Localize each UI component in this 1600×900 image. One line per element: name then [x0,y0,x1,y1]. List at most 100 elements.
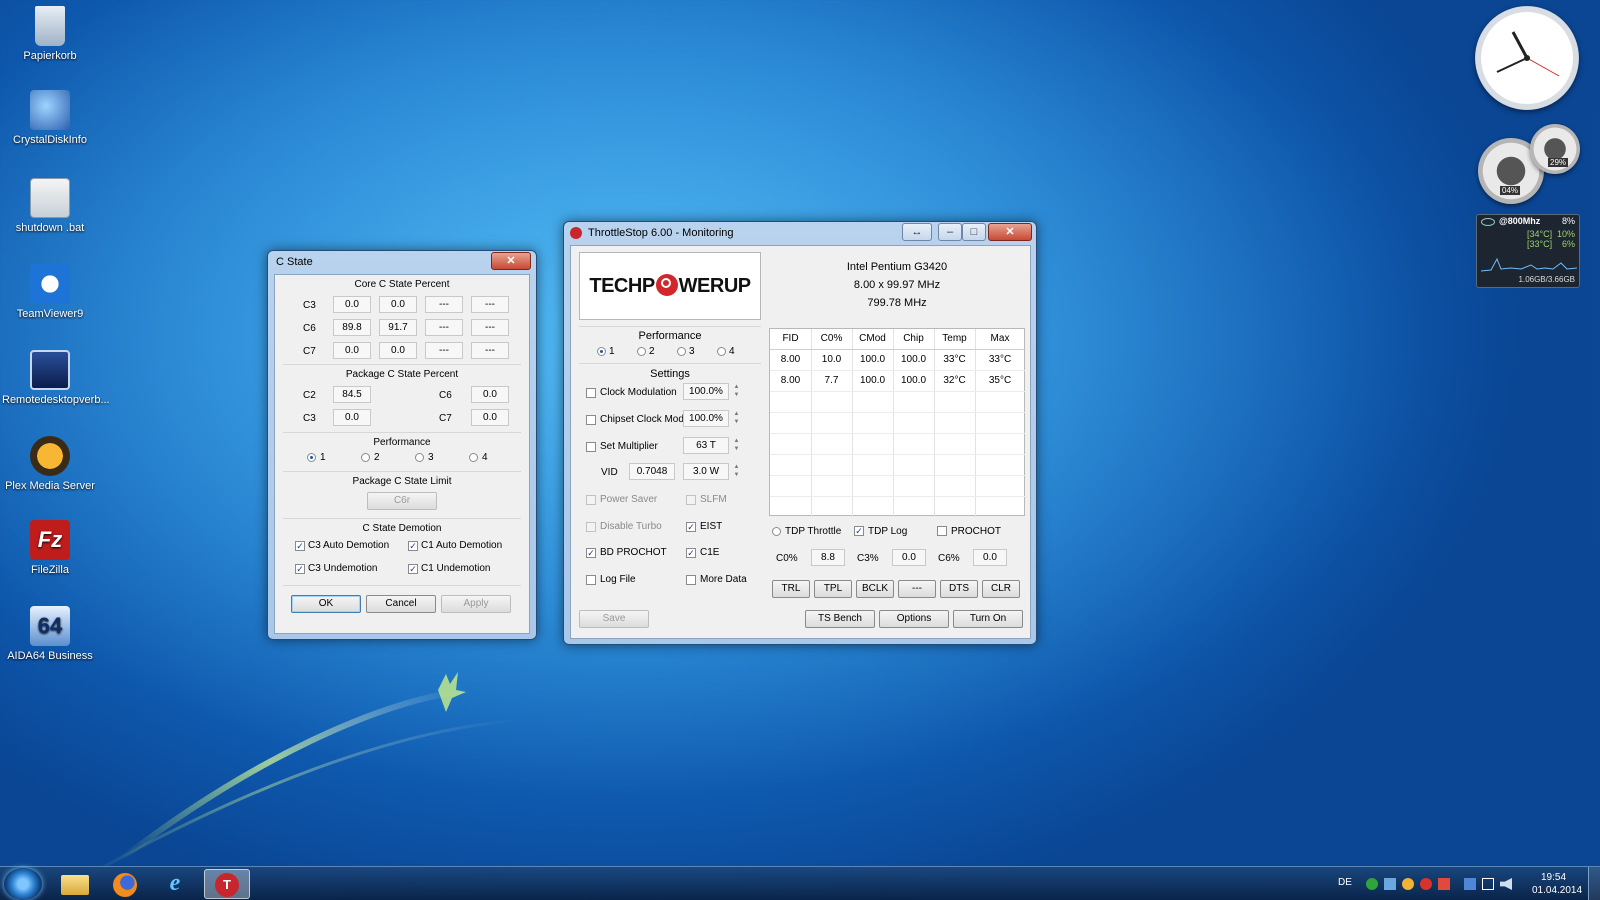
core-value: 0.0 [333,296,371,313]
disable-turbo-label: Disable Turbo [600,521,662,532]
clock-modulation-spinner[interactable]: ▲ ▼ [732,383,741,400]
checkbox-label: C1 Undemotion [421,563,491,574]
chipset-clock-mod-value[interactable]: 100.0% [683,410,729,427]
bclk-button[interactable]: BCLK [856,580,894,598]
dts-button[interactable]: DTS [940,580,978,598]
chipset-clock-mod-spinner[interactable]: ▲ ▼ [732,410,741,427]
slfm-checkbox[interactable] [686,495,696,505]
cstate-limit-button[interactable]: C6r [367,492,437,510]
clock-time[interactable]: 19:54 [1541,872,1566,883]
clr-button[interactable]: CLR [982,580,1020,598]
cpu-frequency: 799.78 MHz [867,297,927,309]
power-saver-label: Power Saver [600,494,658,505]
options-button[interactable]: Options [879,610,949,628]
chipset-clock-mod-checkbox[interactable] [586,415,596,425]
c3-auto-demotion-checkbox[interactable]: ✓ [295,541,305,551]
apply-button[interactable]: Apply [441,595,511,613]
cpu-meter-gadget[interactable]: 04% 29% [1478,124,1582,204]
perf-radio-2[interactable] [361,453,370,462]
tpl-button[interactable]: TPL [814,580,852,598]
set-multiplier-spinner[interactable]: ▲ ▼ [732,437,741,454]
show-desktop-button[interactable] [1588,867,1600,900]
firefox-taskbar-button[interactable] [102,869,148,899]
desktop-icon-shutdown[interactable]: shutdown .bat [2,178,98,234]
trl-button[interactable]: TRL [772,580,810,598]
tdp-throttle-radio[interactable] [772,527,781,536]
sync-tray-icon[interactable] [1402,878,1414,890]
memory-usage: 1.06GB/3.66GB [1518,275,1575,284]
explorer-taskbar-button[interactable] [52,869,98,899]
cancel-button[interactable]: Cancel [366,595,436,613]
perf-radio-2[interactable] [637,347,646,356]
c1-auto-demotion-checkbox[interactable]: ✓ [408,541,418,551]
power-value[interactable]: 3.0 W [683,463,729,480]
ie-taskbar-button[interactable]: e [152,869,198,899]
set-multiplier-checkbox[interactable] [586,442,596,452]
cpu-monitor-gadget[interactable]: @800Mhz 8% [34°C] 10% [33°C] 6% 1.06GB/3… [1476,214,1580,288]
tdp-log-checkbox[interactable]: ✓ [854,526,864,536]
mute-tray-icon[interactable] [1438,878,1450,890]
throttlestop-icon: T [215,873,239,897]
close-icon[interactable]: ✕ [988,223,1032,241]
bd-prochot-checkbox[interactable]: ✓ [586,548,596,558]
power-saver-checkbox[interactable] [586,495,596,505]
eist-checkbox[interactable]: ✓ [686,522,696,532]
clock-modulation-value[interactable]: 100.0% [683,383,729,400]
dash-button[interactable]: --- [898,580,936,598]
separator [579,326,761,327]
perf-radio-4[interactable] [717,347,726,356]
desktop-icon-papierkorb[interactable]: Papierkorb [2,6,98,62]
desktop-icon-teamviewer[interactable]: TeamViewer9 [2,264,98,320]
c1e-checkbox[interactable]: ✓ [686,548,696,558]
action-center-tray-icon[interactable] [1482,878,1494,890]
network-tray-icon[interactable] [1384,878,1396,890]
clock-gadget[interactable] [1475,6,1579,110]
perf-radio-1[interactable] [597,347,606,356]
cpu-percent: 8% [1561,216,1575,226]
meter-cpu-value: 04% [1500,186,1521,195]
clock-date[interactable]: 01.04.2014 [1532,885,1582,896]
throttlestop-tray-icon[interactable] [1366,878,1378,890]
save-button[interactable]: Save [579,610,649,628]
start-button[interactable] [4,868,42,900]
minimize-icon[interactable]: – [938,223,962,241]
monitor-table: FID C0% CMod Chip Temp Max 8.00 10.0 100… [769,328,1026,517]
system-tray-icon[interactable] [1464,878,1476,890]
close-icon[interactable]: ✕ [491,252,531,270]
disable-turbo-checkbox[interactable] [586,522,596,532]
perf-radio-1[interactable] [307,453,316,462]
core-row-label: C3 [303,300,316,311]
perf-radio-label: 2 [374,452,380,463]
clock-modulation-checkbox[interactable] [586,388,596,398]
language-indicator[interactable]: DE [1338,877,1352,888]
perf-radio-label: 3 [689,346,695,357]
alert-tray-icon[interactable] [1420,878,1432,890]
perf-radio-3[interactable] [415,453,424,462]
table-header: Chip [903,333,924,344]
desktop-icon-filezilla[interactable]: Fz FileZilla [2,520,98,576]
resize-arrows-icon[interactable]: ↔ [902,223,932,241]
c3-undemotion-checkbox[interactable]: ✓ [295,564,305,574]
perf-radio-4[interactable] [469,453,478,462]
turn-on-button[interactable]: Turn On [953,610,1023,628]
c6-value: 0.0 [973,549,1007,566]
set-multiplier-value[interactable]: 63 T [683,437,729,454]
ts-bench-button[interactable]: TS Bench [805,610,875,628]
more-data-checkbox[interactable] [686,575,696,585]
c3-value: 0.0 [892,549,926,566]
desktop-icon-remotedesktop[interactable]: Remotedesktopverb... [2,350,110,406]
c1-undemotion-checkbox[interactable]: ✓ [408,564,418,574]
row-divider [770,475,1026,476]
volume-tray-icon[interactable] [1500,878,1512,890]
table-header: C0% [820,333,843,344]
desktop-icon-crystaldiskinfo[interactable]: CrystalDiskInfo [2,90,98,146]
throttlestop-taskbar-button[interactable]: T [204,869,250,899]
maximize-icon[interactable]: □ [962,223,986,241]
desktop-icon-plex[interactable]: Plex Media Server [2,436,98,492]
desktop-icon-aida64[interactable]: 64 AIDA64 Business [2,606,98,662]
prochot-checkbox[interactable] [937,526,947,536]
ok-button[interactable]: OK [291,595,361,613]
power-spinner[interactable]: ▲ ▼ [732,463,741,480]
perf-radio-3[interactable] [677,347,686,356]
log-file-checkbox[interactable] [586,575,596,585]
